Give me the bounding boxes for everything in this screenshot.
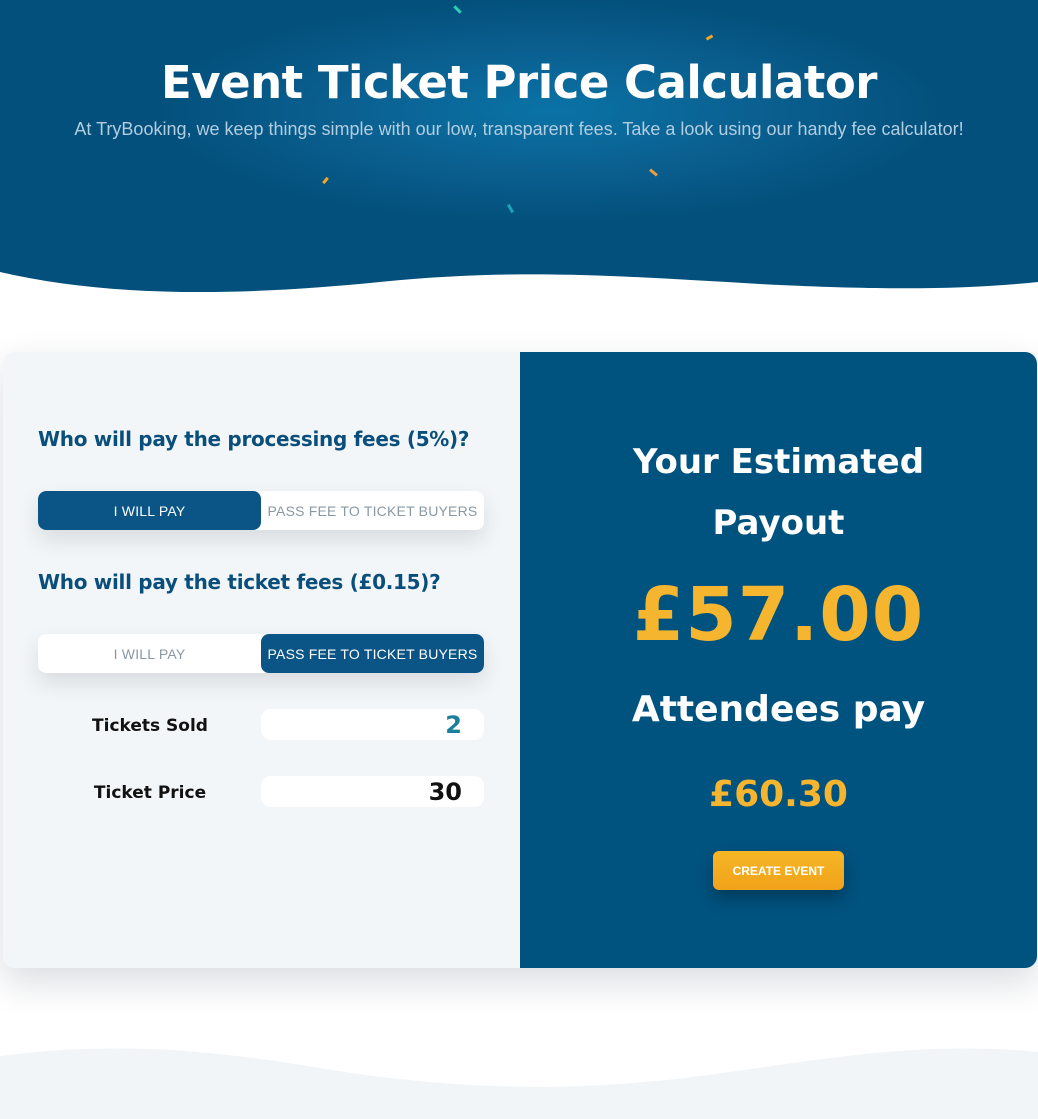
processing-fee-question: Who will pay the processing fees (5%)? [38, 427, 470, 451]
ticket-fee-question: Who will pay the ticket fees (£0.15)? [38, 570, 441, 594]
create-event-button[interactable]: CREATE EVENT [713, 851, 844, 890]
processing-fee-pass-to-buyers-option[interactable]: PASS FEE TO TICKET BUYERS [261, 491, 484, 530]
estimated-payout-heading-line2: Payout [712, 503, 845, 543]
estimated-payout-heading-line1: Your Estimated [632, 442, 925, 482]
tickets-sold-input[interactable] [261, 709, 484, 740]
tickets-sold-label: Tickets Sold [92, 716, 208, 736]
attendees-pay-heading: Attendees pay [631, 689, 926, 730]
ticket-fee-toggle: I WILL PAY PASS FEE TO TICKET BUYERS [38, 634, 484, 673]
ticket-price-input[interactable] [261, 776, 484, 807]
ticket-fee-pass-to-buyers-option[interactable]: PASS FEE TO TICKET BUYERS [261, 634, 484, 673]
footer-wave [0, 1048, 1038, 1119]
calculator-inputs-panel: Who will pay the processing fees (5%)? I… [3, 352, 520, 968]
attendees-pay-value: £60.30 [709, 774, 848, 815]
processing-fee-i-will-pay-option[interactable]: I WILL PAY [38, 491, 261, 530]
page-subtitle: At TryBooking, we keep things simple wit… [74, 119, 964, 139]
fee-calculator-card: Who will pay the processing fees (5%)? I… [3, 352, 1037, 968]
hero-banner: Event Ticket Price Calculator At TryBook… [0, 0, 1038, 310]
estimated-payout-value: £57.00 [632, 572, 925, 658]
estimated-payout-panel: Your Estimated Payout £57.00 Attendees p… [520, 352, 1037, 968]
ticket-price-label: Ticket Price [93, 783, 207, 803]
estimated-payout-heading: Your Estimated Payout [520, 432, 1037, 554]
hero-background [0, 0, 1038, 293]
ticket-fee-i-will-pay-option[interactable]: I WILL PAY [38, 634, 261, 673]
processing-fee-toggle: I WILL PAY PASS FEE TO TICKET BUYERS [38, 491, 484, 530]
page-title: Event Ticket Price Calculator [161, 56, 877, 109]
